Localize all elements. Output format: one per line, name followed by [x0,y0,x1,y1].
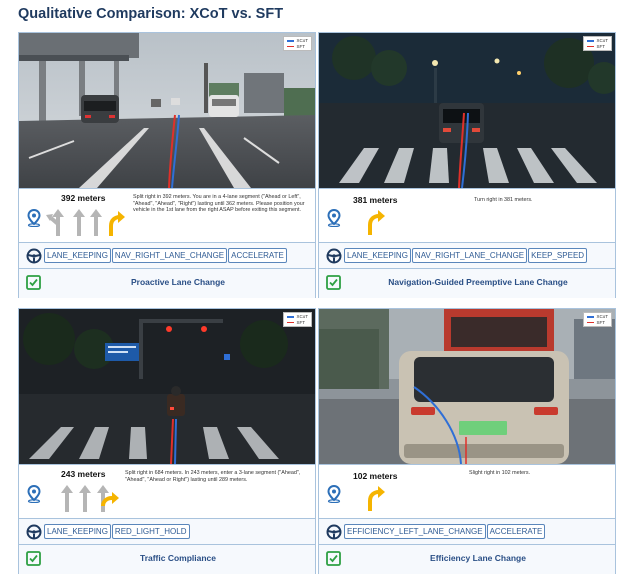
action-chip: LANE_KEEPING [44,248,111,263]
camera-view: XCoT SFT [319,309,615,464]
map-pin-icon [327,209,341,227]
action-chip: KEEP_SPEED [528,248,588,263]
figure-title: Qualitative Comparison: XCoT vs. SFT [18,6,284,22]
action-chip: EFFICIENCY_LEFT_LANE_CHANGE [344,524,486,539]
steering-wheel-icon [26,248,42,264]
lane-arrows [46,209,125,236]
lane-arrows [368,210,385,235]
check-box-icon [326,551,341,566]
camera-view: XCoT SFT [319,33,615,188]
lane-arrow-right-icon [368,210,385,235]
chart-legend: XCoT SFT [283,36,312,51]
camera-view: XCoT SFT [19,309,315,464]
panel-traffic-compliance: XCoT SFT 243 meters Split right in 684 m… [18,308,316,574]
check-box-icon [26,275,41,290]
verdict-label: Navigation-Guided Preemptive Lane Change [388,277,568,287]
action-sequence: LANE_KEEPING RED_LIGHT_HOLD [19,518,315,545]
map-pin-icon [27,209,41,227]
map-pin-icon [327,485,341,503]
lane-arrows [368,486,385,511]
action-chip: LANE_KEEPING [44,524,111,539]
chart-legend: XCoT SFT [283,312,312,327]
lane-arrow-ahead-icon [61,485,73,512]
panel-proactive-lane-change: XCoT SFT 392 meters Split right in 392 m… [18,32,316,298]
action-chip: LANE_KEEPING [344,248,411,263]
verdict-row: Proactive Lane Change [19,268,315,298]
check-box-icon [326,275,341,290]
chart-legend: XCoT SFT [583,312,612,327]
check-box-icon [26,551,41,566]
legend-sft: SFT [296,319,305,325]
lane-arrow-ahead-or-left-icon [46,209,64,236]
action-sequence: LANE_KEEPING NAV_RIGHT_LANE_CHANGE ACCEL… [19,242,315,269]
verdict-label: Efficiency Lane Change [430,553,526,563]
lane-arrow-right-icon [368,486,385,511]
navigation-info: 392 meters Split right in 392 meters. Yo [19,188,315,243]
navigation-info: 381 meters Turn right in 381 meters. [319,188,615,243]
distance-label: 381 meters [353,195,398,205]
panel-navigation-guided-lane-change: XCoT SFT 381 meters Turn right in 381 me… [318,32,616,298]
action-chip: ACCELERATE [228,248,287,263]
action-chip: NAV_RIGHT_LANE_CHANGE [411,248,528,263]
lane-arrow-ahead-icon [79,485,91,512]
lane-arrows [61,485,119,512]
steering-wheel-icon [326,524,342,540]
navigation-description: Slight right in 102 meters. [469,470,531,476]
navigation-info: 102 meters Slight right in 102 meters. [319,464,615,519]
legend-sft: SFT [596,319,605,325]
distance-label: 102 meters [353,471,398,481]
action-sequence: EFFICIENCY_LEFT_LANE_CHANGE ACCELERATE [319,518,615,545]
navigation-description: Split right in 392 meters. You are in a … [133,194,305,214]
camera-view: XCoT SFT [19,33,315,188]
lane-arrow-right-icon [109,211,125,236]
navigation-info: 243 meters Split right in 684 meters. In… [19,464,315,519]
chart-legend: XCoT SFT [583,36,612,51]
verdict-label: Traffic Compliance [139,553,217,563]
legend-sft: SFT [596,43,605,49]
panel-efficiency-lane-change: XCoT SFT 102 meters Slight right in 102 … [318,308,616,574]
distance-label: 243 meters [61,469,106,479]
navigation-description: Split right in 684 meters. In 243 meters… [125,470,301,483]
action-chip: ACCELERATE [486,524,546,539]
verdict-label: Proactive Lane Change [130,277,225,287]
steering-wheel-icon [326,248,342,264]
action-sequence: LANE_KEEPING NAV_RIGHT_LANE_CHANGE KEEP_… [319,242,615,269]
verdict-row: Traffic Compliance [19,544,315,574]
navigation-description: Turn right in 381 meters. [474,197,533,203]
map-pin-icon [27,485,41,503]
action-chip: RED_LIGHT_HOLD [111,524,190,539]
verdict-row: Navigation-Guided Preemptive Lane Change [319,268,615,298]
action-chip: NAV_RIGHT_LANE_CHANGE [111,248,228,263]
lane-arrow-ahead-icon [90,209,102,236]
steering-wheel-icon [26,524,42,540]
lane-arrow-ahead-or-right-icon [97,485,119,512]
verdict-row: Efficiency Lane Change [319,544,615,574]
distance-label: 392 meters [61,193,106,203]
legend-sft: SFT [296,43,305,49]
lane-arrow-ahead-icon [73,209,85,236]
